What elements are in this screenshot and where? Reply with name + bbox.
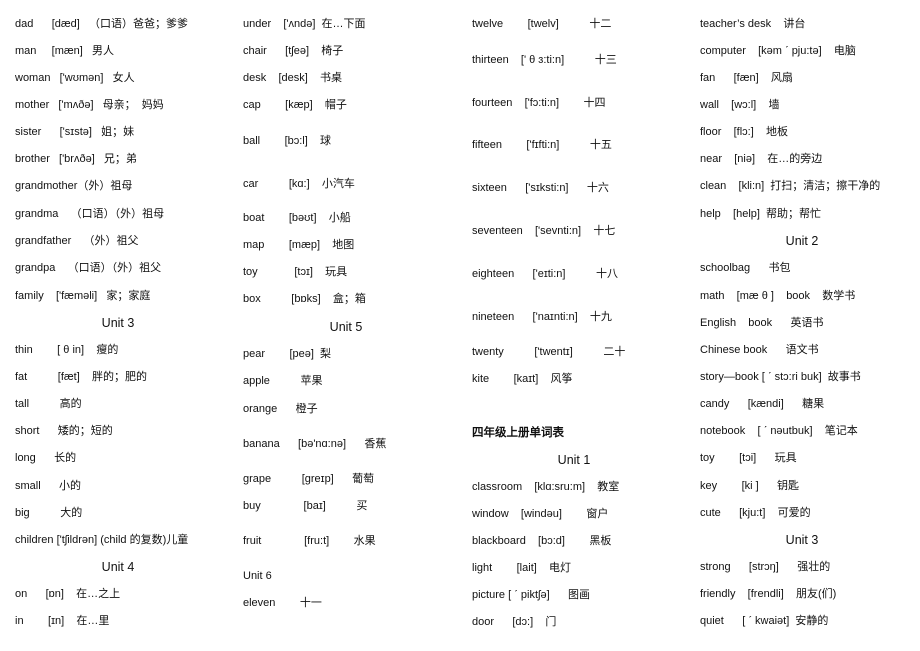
vocab-entry: fat [fæt] 胖的；肥的 (15, 371, 148, 383)
vocab-entry: family ['fæməli] 家；家庭 (15, 290, 151, 302)
vocab-entry: twenty ['twentɪ] 二十 (472, 346, 626, 358)
unit-heading: Unit 3 (101, 316, 135, 330)
vocab-entry: fifteen ['fɪfti:n] 十五 (472, 139, 612, 151)
vocab-entry: key [ki ] 钥匙 (700, 480, 800, 492)
vocab-entry: sixteen ['sɪksti:n] 十六 (472, 182, 609, 194)
vocab-entry: buy [baɪ] 买 (243, 500, 368, 512)
vocab-entry: grandma （口语）（外）祖母 (15, 208, 165, 220)
vocab-entry: notebook [ ˊ nəutbuk] 笔记本 (700, 425, 858, 437)
vocab-entry: small 小的 (15, 480, 82, 492)
unit-heading: Unit 1 (557, 453, 591, 467)
vocab-entry: grandpa （口语）（外）祖父 (15, 262, 162, 274)
vocab-entry: car [kɑ:] 小汽车 (243, 178, 355, 190)
vocab-entry: twelve [twelv] 十二 (472, 18, 612, 30)
vocab-entry: short 矮的；短的 (15, 425, 113, 437)
vocab-entry: desk [desk] 书桌 (243, 72, 343, 84)
vocab-entry: grandfather （外）祖父 (15, 235, 139, 247)
vocab-entry: woman ['wʊmən] 女人 (15, 72, 135, 84)
vocab-entry: children ['tʃildrən] (child 的复数)儿童 (15, 534, 189, 546)
vocab-entry: schoolbag 书包 (700, 262, 791, 274)
vocab-entry: on [ɒn] 在…之上 (15, 588, 121, 600)
vocab-entry: story—book [ ˊ stɔ:ri buk] 故事书 (700, 371, 861, 383)
vocab-entry: boat [bəʊt] 小船 (243, 212, 351, 224)
vocab-entry: sister ['sɪstə] 姐；妹 (15, 126, 135, 138)
vocab-entry: friendly [frendli] 朋友(们) (700, 588, 837, 600)
vocab-entry: big 大的 (15, 507, 83, 519)
vocab-entry: fourteen ['fɔ:ti:n] 十四 (472, 97, 606, 109)
unit-heading: Unit 2 (785, 234, 819, 248)
vocab-entry: wall [wɔ:l] 墙 (700, 99, 780, 111)
vocab-entry: cute [kju:t] 可爱的 (700, 507, 811, 519)
vocab-entry: help [help] 帮助；帮忙 (700, 208, 822, 220)
vocab-entry: candy [kændi] 糖果 (700, 398, 825, 410)
vocab-entry: orange 橙子 (243, 403, 318, 415)
section-title: 四年级上册单词表 (472, 427, 564, 439)
unit-heading: Unit 5 (329, 320, 363, 334)
vocab-entry: floor [flɔ:] 地板 (700, 126, 789, 138)
vocab-entry: box [bɒks] 盒；箱 (243, 293, 366, 305)
vocab-entry: map [mæp] 地图 (243, 239, 355, 251)
vocab-entry: tall 高的 (15, 398, 82, 410)
vocab-entry: long 长的 (15, 452, 77, 464)
vocab-entry: strong [strɔŋ] 强壮的 (700, 561, 831, 573)
vocab-entry: under ['ʌndə] 在…下面 (243, 18, 366, 30)
vocab-entry: clean [kli:n] 打扫；清洁；擦干净的 (700, 180, 881, 192)
vocab-entry: fruit [fru:t] 水果 (243, 535, 376, 547)
vocab-entry: kite [kaɪt] 风筝 (472, 373, 573, 385)
vocab-entry: fan [fæn] 风扇 (700, 72, 793, 84)
vocab-entry: grandmother（外）祖母 (15, 180, 133, 192)
vocab-entry: cap [kæp] 帽子 (243, 99, 347, 111)
unit-heading: Unit 4 (101, 560, 135, 574)
vocab-entry: Chinese book 语文书 (700, 344, 819, 356)
vocab-entry: in [ɪn] 在…里 (15, 615, 110, 627)
vocab-entry: blackboard [bɔ:d] 黑板 (472, 535, 612, 547)
vocab-entry: eleven 十一 (243, 597, 322, 609)
vocab-entry: seventeen ['sevnti:n] 十七 (472, 225, 616, 237)
vocab-entry: teacher’s desk 讲台 (700, 18, 806, 30)
vocab-entry: nineteen ['naɪnti:n] 十九 (472, 311, 612, 323)
vocab-entry: banana [bə'nɑ:nə] 香蕉 (243, 438, 387, 450)
vocab-entry: picture [ ˊ piktʃə] 图画 (472, 589, 590, 601)
vocab-entry: ball [bɔ:l] 球 (243, 135, 332, 147)
vocab-entry: mother ['mʌðə] 母亲； 妈妈 (15, 99, 164, 111)
vocab-entry: English book 英语书 (700, 317, 824, 329)
vocab-entry: toy [tɔi] 玩具 (700, 452, 797, 464)
vocab-entry: classroom [klɑ:sru:m] 教室 (472, 481, 620, 493)
vocab-entry: near [niə] 在…的旁边 (700, 153, 823, 165)
vocab-entry: light [lait] 电灯 (472, 562, 572, 574)
vocab-entry: dad [dæd] （口语）爸爸；爹爹 (15, 18, 188, 30)
vocab-entry: chair [tʃeə] 椅子 (243, 45, 344, 57)
vocab-entry: brother ['brʌðə] 兄；弟 (15, 153, 137, 165)
vocab-entry: man [mæn] 男人 (15, 45, 115, 57)
vocab-entry: eighteen ['eɪti:n] 十八 (472, 268, 619, 280)
vocab-entry: toy [tɔɪ] 玩具 (243, 266, 348, 278)
vocab-entry: pear [peə] 梨 (243, 348, 332, 360)
vocab-entry: door [dɔ:] 门 (472, 616, 557, 628)
vocab-entry: quiet [ ˊ kwaiət] 安静的 (700, 615, 829, 627)
vocab-entry: thirteen [' θ ɜ:ti:n] 十三 (472, 54, 617, 66)
vocab-entry: grape [greɪp] 葡萄 (243, 473, 375, 485)
vocab-entry: thin [ θ in] 瘦的 (15, 344, 119, 356)
vocab-entry: math [mæ θ ] book 数学书 (700, 290, 856, 302)
vocab-entry: computer [kəm ˊ pju:tə] 电脑 (700, 45, 856, 57)
vocab-entry: window [windəu] 窗户 (472, 508, 609, 520)
unit-heading: Unit 3 (785, 533, 819, 547)
vocab-entry: Unit 6 (243, 570, 272, 582)
vocab-entry: apple 苹果 (243, 375, 323, 387)
